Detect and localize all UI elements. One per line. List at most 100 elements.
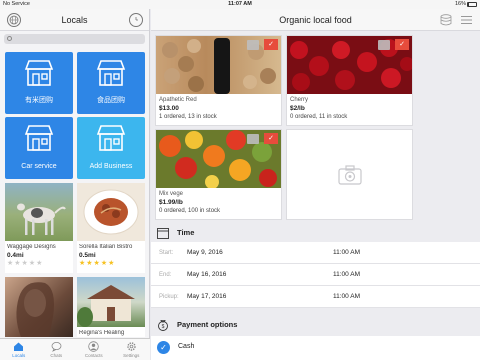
product-card[interactable]: ✓ Apathetic Red $13.00 1 ordered, 13 in … <box>155 35 282 126</box>
row-key: Start: <box>159 250 174 256</box>
tab-label: Locals <box>12 353 26 358</box>
locals-nav-bar: Locals <box>0 9 149 31</box>
checkmark-icon[interactable]: ✓ <box>264 39 278 50</box>
camera-icon[interactable] <box>378 40 390 50</box>
product-photo: ✓ <box>287 36 412 94</box>
search-bar[interactable] <box>4 34 145 44</box>
tab-settings[interactable]: Settings <box>113 339 151 360</box>
row-time: 11:00 AM <box>333 271 360 278</box>
product-stock: 0 ordered, 100 in stock <box>159 208 221 214</box>
row-key: Pickup: <box>159 294 179 300</box>
business-card[interactable] <box>5 277 73 337</box>
business-name: Waggage Designs <box>7 244 56 250</box>
category-label: Add Business <box>89 163 133 170</box>
product-stock: 0 ordered, 11 in stock <box>290 114 348 120</box>
start-time-row[interactable]: Start: May 9, 2016 11:00 AM <box>151 242 480 264</box>
business-photo <box>77 183 145 241</box>
calendar-icon <box>157 228 169 239</box>
row-time: 11:00 AM <box>333 293 360 300</box>
category-tile-3[interactable]: Car service <box>5 117 73 179</box>
storefront-icon <box>24 125 54 151</box>
checkmark-icon[interactable]: ✓ <box>395 39 409 50</box>
business-card[interactable]: Sorella Italian Bistro 0.5mi ★★★★★ <box>77 183 145 273</box>
camera-icon[interactable] <box>247 134 259 144</box>
tab-label: Settings <box>123 353 140 358</box>
row-time: 11:00 AM <box>333 249 360 256</box>
detail-nav-bar: Organic local food <box>151 9 480 31</box>
category-tile-2[interactable]: 食品团购 <box>77 52 145 114</box>
add-business-tile[interactable]: Add Business <box>77 117 145 179</box>
rating-stars: ★★★★★ <box>7 260 44 267</box>
section-title: Payment options <box>177 320 238 329</box>
clock-icon[interactable] <box>129 13 143 27</box>
payment-label: Cash <box>178 343 195 350</box>
battery-icon <box>467 2 477 7</box>
business-card[interactable]: Waggage Designs 0.4mi ★★★★★ <box>5 183 73 273</box>
product-stock: 1 ordered, 13 in stock <box>159 114 217 120</box>
tab-locals[interactable]: Locals <box>0 339 38 360</box>
section-title: Time <box>177 228 195 237</box>
product-photo: ✓ <box>156 130 281 188</box>
menu-icon[interactable] <box>461 15 472 25</box>
business-distance: 0.5mi <box>79 252 96 259</box>
rating-stars: ★★★★★ <box>79 260 116 267</box>
checkmark-icon[interactable]: ✓ <box>264 133 278 144</box>
product-card[interactable]: ✓ Cherry $2/lb 0 ordered, 11 in stock <box>286 35 413 126</box>
category-tile-1[interactable]: 有米团购 <box>5 52 73 114</box>
business-distance: 0.4mi <box>7 252 24 259</box>
add-product-slot[interactable] <box>286 129 413 220</box>
category-label: Car service <box>21 163 57 170</box>
business-name: Sorella Italian Bistro <box>79 244 133 250</box>
database-icon[interactable] <box>440 14 452 26</box>
tab-contacts[interactable]: Contacts <box>75 339 113 360</box>
search-icon <box>7 36 12 41</box>
time-section-header: Time <box>151 224 480 242</box>
money-bag-icon: $ <box>158 320 168 331</box>
row-date: May 9, 2016 <box>187 249 223 256</box>
product-name: Mix vege <box>159 191 184 197</box>
business-photo <box>5 277 73 337</box>
product-price: $2/lb <box>290 105 305 112</box>
tab-bar: Locals Chats Contacts Settings <box>0 338 150 360</box>
product-name: Cherry <box>290 97 309 103</box>
row-key: End: <box>159 272 172 278</box>
home-icon <box>14 342 24 351</box>
checkmark-icon[interactable]: ✓ <box>157 341 170 354</box>
storefront-icon <box>96 60 126 86</box>
locals-title: Locals <box>61 15 88 25</box>
chat-icon <box>51 342 62 352</box>
category-label: 有米团购 <box>25 97 53 104</box>
camera-icon <box>337 164 362 185</box>
pickup-time-row[interactable]: Pickup: May 17, 2016 11:00 AM <box>151 286 480 308</box>
storefront-icon <box>96 125 126 151</box>
storefront-icon <box>24 60 54 86</box>
end-time-row[interactable]: End: May 16, 2016 11:00 AM <box>151 264 480 286</box>
status-time: 11:07 AM <box>228 1 252 7</box>
svg-text:$: $ <box>162 324 165 330</box>
row-date: May 17, 2016 <box>187 293 227 300</box>
product-card[interactable]: ✓ Mix vege $1.99/lb 0 ordered, 100 in st… <box>155 129 282 220</box>
battery-percent: 16% <box>454 1 466 7</box>
status-bar: No Service 11:07 AM 16% <box>0 0 480 9</box>
payment-section-header: $ Payment options <box>151 316 480 334</box>
gear-icon <box>127 342 136 351</box>
product-price: $13.00 <box>159 105 179 112</box>
tab-label: Contacts <box>84 353 103 358</box>
tab-chats[interactable]: Chats <box>38 339 76 360</box>
locals-pane: Locals 有米团购 食品团购 Car service Add Busines… <box>0 9 150 360</box>
tab-label: Chats <box>50 353 63 358</box>
product-price: $1.99/lb <box>159 199 183 206</box>
search-input[interactable] <box>14 34 143 44</box>
business-card[interactable]: Regina's Healing <box>77 277 145 337</box>
row-date: May 16, 2016 <box>187 271 227 278</box>
business-name: Regina's Healing <box>79 330 125 336</box>
payment-option-cash[interactable]: ✓ Cash <box>151 336 480 360</box>
category-label: 食品团购 <box>97 97 125 104</box>
business-photo <box>5 183 73 241</box>
contacts-icon <box>88 341 99 352</box>
business-title: Organic local food <box>279 15 352 25</box>
camera-icon[interactable] <box>247 40 259 50</box>
product-name: Apathetic Red <box>159 97 197 103</box>
product-photo: ✓ <box>156 36 281 94</box>
business-photo <box>77 277 145 327</box>
